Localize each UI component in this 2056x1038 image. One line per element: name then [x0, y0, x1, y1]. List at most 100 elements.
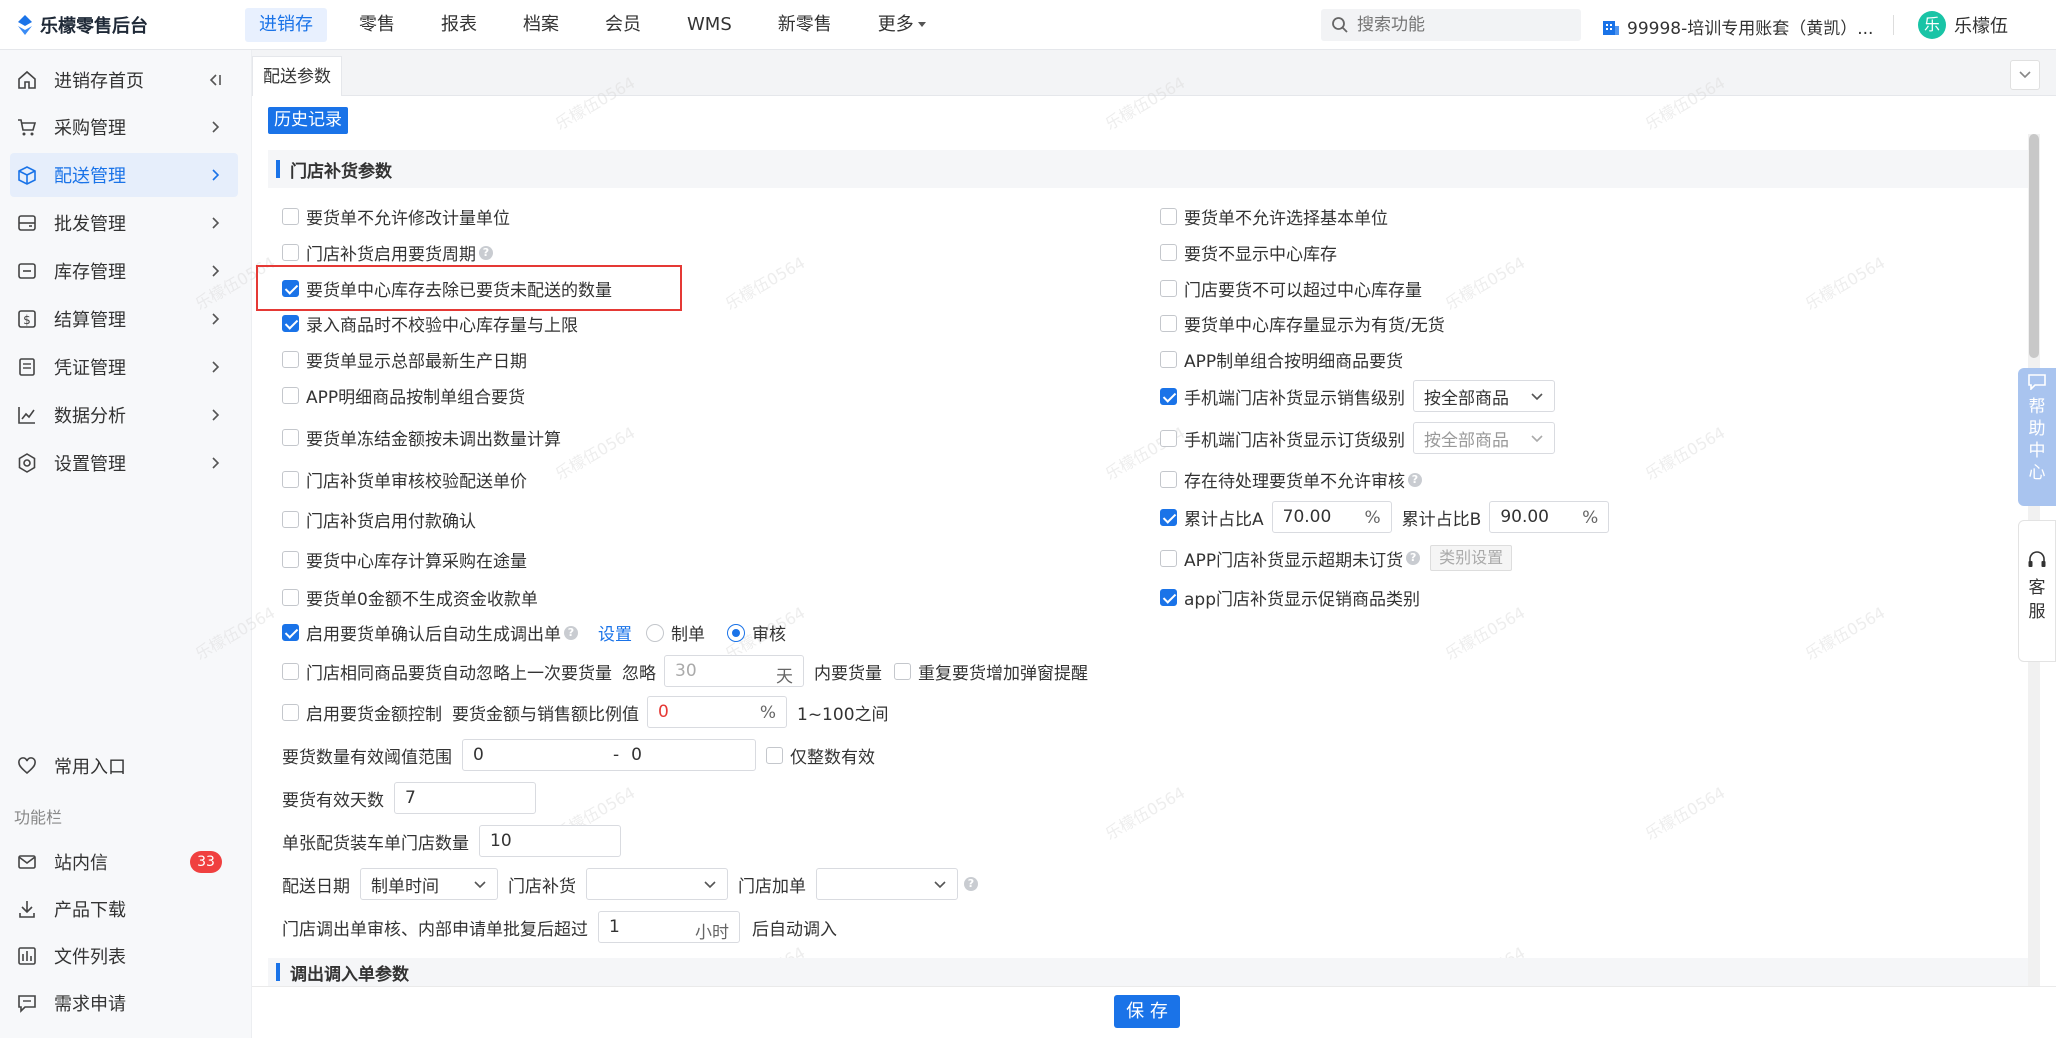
option-replenish-cycle[interactable]: 门店补货启用要货周期 ?: [282, 240, 493, 265]
option-mobile-order-level[interactable]: 手机端门店补货显示订货级别 按全部商品: [1160, 422, 1555, 454]
option-zero-amount[interactable]: 要货单0金额不生成资金收款单: [282, 585, 538, 610]
category-settings-button[interactable]: 类别设置: [1430, 545, 1513, 571]
checkbox[interactable]: [1160, 351, 1177, 368]
checkbox[interactable]: [282, 551, 299, 568]
customer-service-button[interactable]: 客服: [2018, 520, 2056, 662]
checkbox[interactable]: [1160, 549, 1177, 567]
tab-delivery-params[interactable]: 配送参数: [252, 56, 342, 96]
user-menu[interactable]: 乐 乐檬伍: [1918, 11, 2008, 39]
threshold-range-input[interactable]: 0 - 0: [462, 739, 756, 771]
checkbox[interactable]: [282, 703, 299, 721]
nav-item-jinxiaocun[interactable]: 进销存: [245, 8, 327, 42]
nav-item-retail[interactable]: 零售: [345, 8, 409, 42]
option-show-latest-date[interactable]: 要货单显示总部最新生产日期: [282, 347, 527, 372]
sales-level-select[interactable]: 按全部商品: [1413, 380, 1555, 412]
checkbox-checked[interactable]: [282, 280, 299, 297]
option-payment-confirm[interactable]: 门店补货启用付款确认: [282, 507, 476, 532]
option-no-check-center-stock[interactable]: 录入商品时不校验中心库存量与上限: [282, 311, 578, 336]
sidebar-item-purchase[interactable]: 采购管理: [10, 105, 238, 149]
option-mobile-sales-level[interactable]: 手机端门店补货显示销售级别 按全部商品: [1160, 380, 1555, 412]
checkbox[interactable]: [282, 589, 299, 606]
option-freeze-amount[interactable]: 要货单冻结金额按未调出数量计算: [282, 425, 561, 450]
nav-item-new-retail[interactable]: 新零售: [764, 8, 846, 42]
option-cumulative-ratio[interactable]: 累计占比A 70.00 % 累计占比B 90.00 %: [1160, 501, 1610, 533]
option-no-base-unit[interactable]: 要货单不允许选择基本单位: [1160, 204, 1388, 229]
sidebar-item-settlement[interactable]: $ 结算管理: [10, 297, 238, 341]
delivery-date-select[interactable]: 制单时间: [360, 868, 498, 900]
sidebar-item-voucher[interactable]: 凭证管理: [10, 345, 238, 389]
sidebar-favorites[interactable]: 常用入口: [10, 744, 238, 788]
checkbox[interactable]: [1160, 208, 1177, 225]
settings-link[interactable]: 设置: [598, 620, 632, 645]
checkbox[interactable]: [282, 387, 299, 404]
radio-audit-selected[interactable]: [727, 623, 745, 642]
search-input[interactable]: [1357, 15, 1567, 35]
checkbox[interactable]: [894, 662, 911, 680]
radio-draft[interactable]: [646, 623, 664, 642]
sidebar-item-home[interactable]: 进销存首页: [10, 58, 238, 102]
checkbox[interactable]: [282, 662, 299, 680]
sidebar-item-settings[interactable]: 设置管理: [10, 441, 238, 485]
checkbox[interactable]: [1160, 280, 1177, 297]
checkbox-checked[interactable]: [282, 315, 299, 332]
checkbox[interactable]: [282, 351, 299, 368]
option-hide-center-stock[interactable]: 要货不显示中心库存: [1160, 240, 1337, 265]
option-audit-price-check[interactable]: 门店补货单审核校验配送单价: [282, 467, 527, 492]
ratio-input[interactable]: 0 %: [647, 696, 787, 728]
help-icon[interactable]: ?: [1408, 472, 1422, 487]
auto-in-hours-input[interactable]: 1 小时: [598, 911, 740, 943]
checkbox-checked[interactable]: [1160, 387, 1177, 405]
option-no-modify-unit[interactable]: 要货单不允许修改计量单位: [282, 204, 510, 229]
option-stock-availability[interactable]: 要货单中心库存量显示为有货/无货: [1160, 311, 1445, 336]
checkbox[interactable]: [1160, 244, 1177, 261]
checkbox[interactable]: [1160, 429, 1177, 447]
nav-item-reports[interactable]: 报表: [427, 8, 491, 42]
option-exclude-undelivered[interactable]: 要货单中心库存去除已要货未配送的数量: [282, 276, 612, 301]
order-level-select[interactable]: 按全部商品: [1413, 422, 1555, 454]
nav-item-more[interactable]: 更多: [864, 8, 940, 42]
option-app-overdue[interactable]: APP门店补货显示超期未订货 ? 类别设置: [1160, 545, 1513, 571]
checkbox[interactable]: [282, 511, 299, 528]
nav-item-wms[interactable]: WMS: [673, 8, 746, 42]
checkbox[interactable]: [282, 471, 299, 488]
option-amount-control[interactable]: 启用要货金额控制 要货金额与销售额比例值 0 % 1~100之间: [282, 696, 889, 728]
nav-item-member[interactable]: 会员: [591, 8, 655, 42]
option-app-promo[interactable]: app门店补货显示促销商品类别: [1160, 585, 1420, 610]
checkbox[interactable]: [282, 208, 299, 225]
save-button[interactable]: 保 存: [1114, 995, 1180, 1028]
account-switcher[interactable]: 99998-培训专用账套（黄凯）...: [1601, 14, 1873, 39]
option-purchase-in-transit[interactable]: 要货中心库存计算采购在途量: [282, 547, 527, 572]
help-icon[interactable]: ?: [564, 625, 578, 640]
checkbox[interactable]: [282, 244, 299, 261]
search-box[interactable]: [1321, 9, 1581, 41]
checkbox[interactable]: [766, 746, 783, 764]
checkbox[interactable]: [1160, 315, 1177, 332]
option-app-detail-combo[interactable]: APP明细商品按制单组合要货: [282, 383, 525, 408]
collapse-sidebar-icon[interactable]: [206, 71, 224, 89]
option-auto-generate[interactable]: 启用要货单确认后自动生成调出单 ? 设置 制单 审核: [282, 620, 786, 645]
sidebar-item-delivery[interactable]: 配送管理: [10, 153, 238, 197]
ignore-days-input[interactable]: 30 天: [664, 655, 804, 687]
sidebar-item-inventory[interactable]: 库存管理: [10, 249, 238, 293]
checkbox-checked[interactable]: [1160, 589, 1177, 606]
checkbox-checked[interactable]: [1160, 508, 1177, 526]
replenish-select[interactable]: [586, 868, 728, 900]
help-icon[interactable]: ?: [479, 245, 493, 260]
checkbox[interactable]: [1160, 471, 1177, 488]
sidebar-tool-files[interactable]: 文件列表: [10, 934, 238, 978]
sidebar-tool-download[interactable]: 产品下载: [10, 887, 238, 931]
help-icon[interactable]: ?: [964, 877, 978, 891]
valid-days-input[interactable]: 7: [394, 782, 536, 814]
help-icon[interactable]: ?: [1406, 551, 1421, 565]
ratio-a-input[interactable]: 70.00 %: [1271, 501, 1392, 533]
help-center-button[interactable]: 帮助中心: [2018, 368, 2056, 506]
tab-dropdown-button[interactable]: [2010, 60, 2040, 90]
truck-count-input[interactable]: 10: [479, 825, 621, 857]
sidebar-item-analytics[interactable]: 数据分析: [10, 393, 238, 437]
option-app-combo-detail[interactable]: APP制单组合按明细商品要货: [1160, 347, 1403, 372]
add-order-select[interactable]: [816, 868, 958, 900]
option-pending-audit[interactable]: 存在待处理要货单不允许审核 ?: [1160, 467, 1422, 492]
scrollbar-thumb[interactable]: [2029, 134, 2039, 358]
option-ignore-previous[interactable]: 门店相同商品要货自动忽略上一次要货量 忽略 30 天 内要货量 重复要货增加弹窗…: [282, 655, 1088, 687]
sidebar-tool-request[interactable]: 需求申请: [10, 981, 238, 1025]
